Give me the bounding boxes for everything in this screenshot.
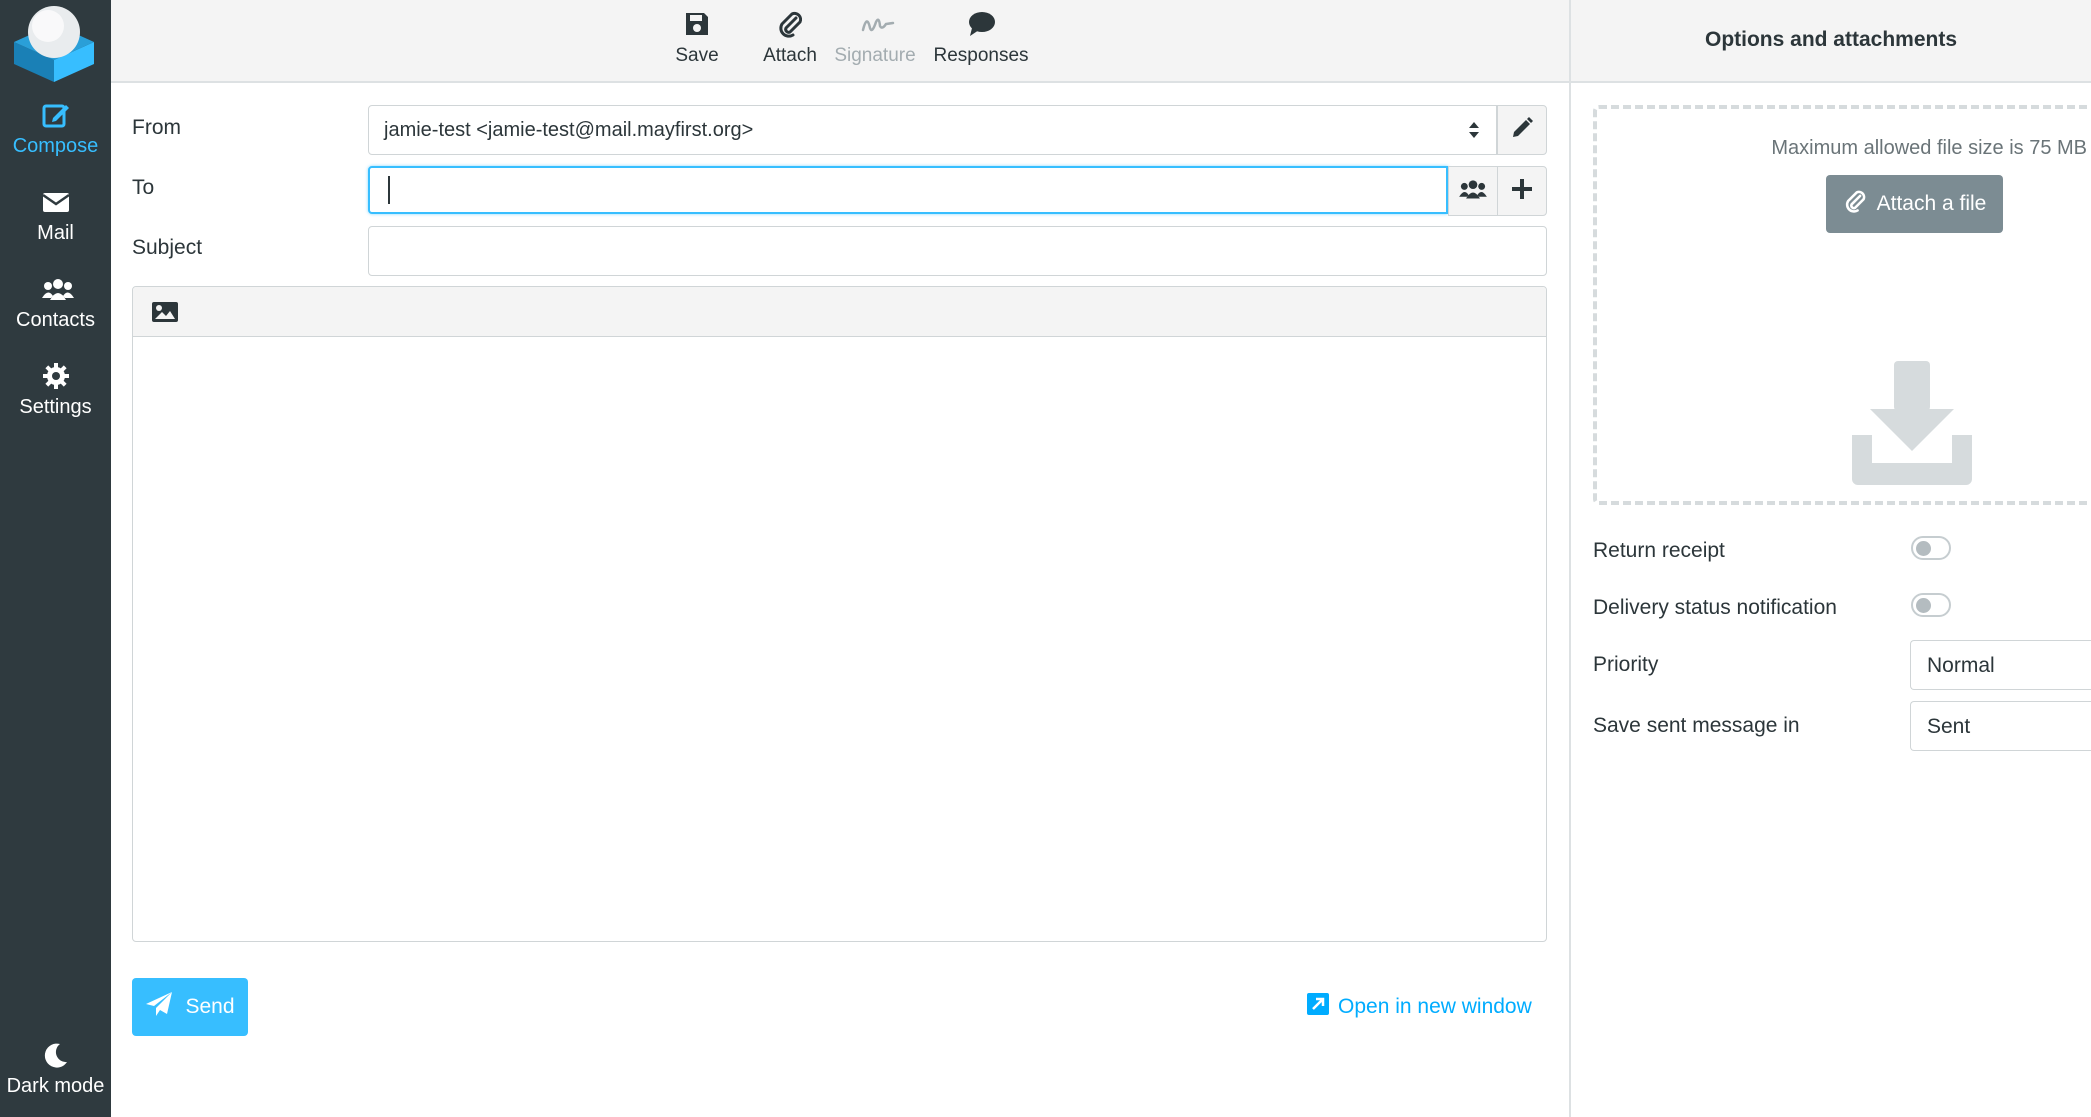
- subject-input[interactable]: [368, 226, 1547, 276]
- subject-label: Subject: [132, 236, 203, 259]
- text-cursor: [388, 176, 390, 204]
- main-navigation: Compose Mail Contacts Settings Dark mode: [0, 0, 111, 1117]
- message-editor[interactable]: [132, 286, 1547, 942]
- attach-file-button[interactable]: Attach a file: [1826, 175, 2003, 233]
- toggle-knob: [1916, 598, 1931, 613]
- nav-mail[interactable]: Mail: [0, 187, 111, 267]
- attach-button[interactable]: Attach: [750, 10, 830, 67]
- users-icon: [1457, 176, 1489, 207]
- gear-icon: [41, 361, 71, 391]
- signature-icon: [861, 10, 895, 38]
- attachment-dropzone[interactable]: Maximum allowed file size is 75 MB Attac…: [1593, 105, 2091, 505]
- open-in-new-window-link[interactable]: Open in new window: [1306, 992, 1532, 1022]
- moon-icon: [41, 1040, 71, 1070]
- to-label: To: [132, 176, 155, 199]
- add-header-button[interactable]: [1497, 166, 1547, 216]
- dark-mode-label: Dark mode: [6, 1075, 105, 1097]
- nav-contacts-label: Contacts: [16, 309, 95, 331]
- speech-bubble-icon: [967, 10, 995, 38]
- open-new-window-label: Open in new window: [1338, 995, 1532, 1018]
- from-select[interactable]: jamie-test <jamie-test@mail.mayfirst.org…: [368, 105, 1497, 155]
- image-icon[interactable]: [151, 300, 179, 324]
- envelope-icon: [41, 187, 71, 217]
- save-sent-folder-select[interactable]: Sent: [1910, 701, 2091, 751]
- dark-mode-toggle[interactable]: Dark mode: [0, 1040, 111, 1117]
- paperclip-icon: [1843, 188, 1867, 220]
- from-value: jamie-test <jamie-test@mail.mayfirst.org…: [384, 119, 754, 141]
- priority-label: Priority: [1593, 653, 1659, 676]
- dsn-toggle[interactable]: [1911, 593, 1951, 617]
- from-label: From: [132, 116, 181, 139]
- sort-arrows-icon: [1468, 120, 1480, 140]
- attach-label: Attach: [763, 45, 817, 66]
- toggle-knob: [1916, 541, 1931, 556]
- floppy-disk-icon: [683, 10, 711, 38]
- compose-toolbar: Save Attach Signature Responses: [111, 0, 1569, 83]
- send-label: Send: [185, 995, 235, 1018]
- nav-mail-label: Mail: [37, 222, 74, 244]
- nav-compose[interactable]: Compose: [0, 100, 111, 180]
- return-receipt-label: Return receipt: [1593, 539, 1725, 562]
- paperclip-icon: [776, 10, 804, 38]
- save-button[interactable]: Save: [662, 10, 732, 67]
- responses-label: Responses: [933, 45, 1029, 66]
- edit-identities-button[interactable]: [1497, 105, 1547, 155]
- options-title: Options and attachments: [1571, 0, 2091, 83]
- priority-select[interactable]: Normal: [1910, 640, 2091, 690]
- pencil-icon: [1510, 116, 1534, 145]
- nav-compose-label: Compose: [12, 135, 99, 157]
- responses-button[interactable]: Responses: [921, 10, 1041, 67]
- attach-file-label: Attach a file: [1876, 192, 1987, 215]
- signature-label: Signature: [834, 45, 916, 66]
- compose-icon: [41, 100, 71, 130]
- dsn-label: Delivery status notification: [1593, 596, 1837, 619]
- save-sent-label: Save sent message in: [1593, 714, 1800, 737]
- max-file-size-text: Maximum allowed file size is 75 MB: [1771, 137, 2087, 159]
- download-icon: [1850, 361, 1974, 485]
- nav-settings-label: Settings: [19, 396, 92, 418]
- send-button[interactable]: Send: [132, 978, 248, 1036]
- paper-plane-icon: [145, 991, 173, 1023]
- nav-contacts[interactable]: Contacts: [0, 274, 111, 354]
- options-panel: Options and attachments Maximum allowed …: [1569, 0, 2091, 1117]
- nav-settings[interactable]: Settings: [0, 361, 111, 441]
- to-input[interactable]: [368, 166, 1448, 214]
- return-receipt-toggle[interactable]: [1911, 536, 1951, 560]
- external-window-icon: [1306, 992, 1330, 1022]
- plus-icon: [1511, 178, 1533, 205]
- roundcube-logo[interactable]: [12, 2, 96, 82]
- save-label: Save: [675, 45, 719, 66]
- editor-toolbar: [133, 287, 1546, 337]
- contacts-picker-button[interactable]: [1448, 166, 1498, 216]
- users-icon: [41, 274, 74, 304]
- signature-button[interactable]: Signature: [822, 10, 928, 67]
